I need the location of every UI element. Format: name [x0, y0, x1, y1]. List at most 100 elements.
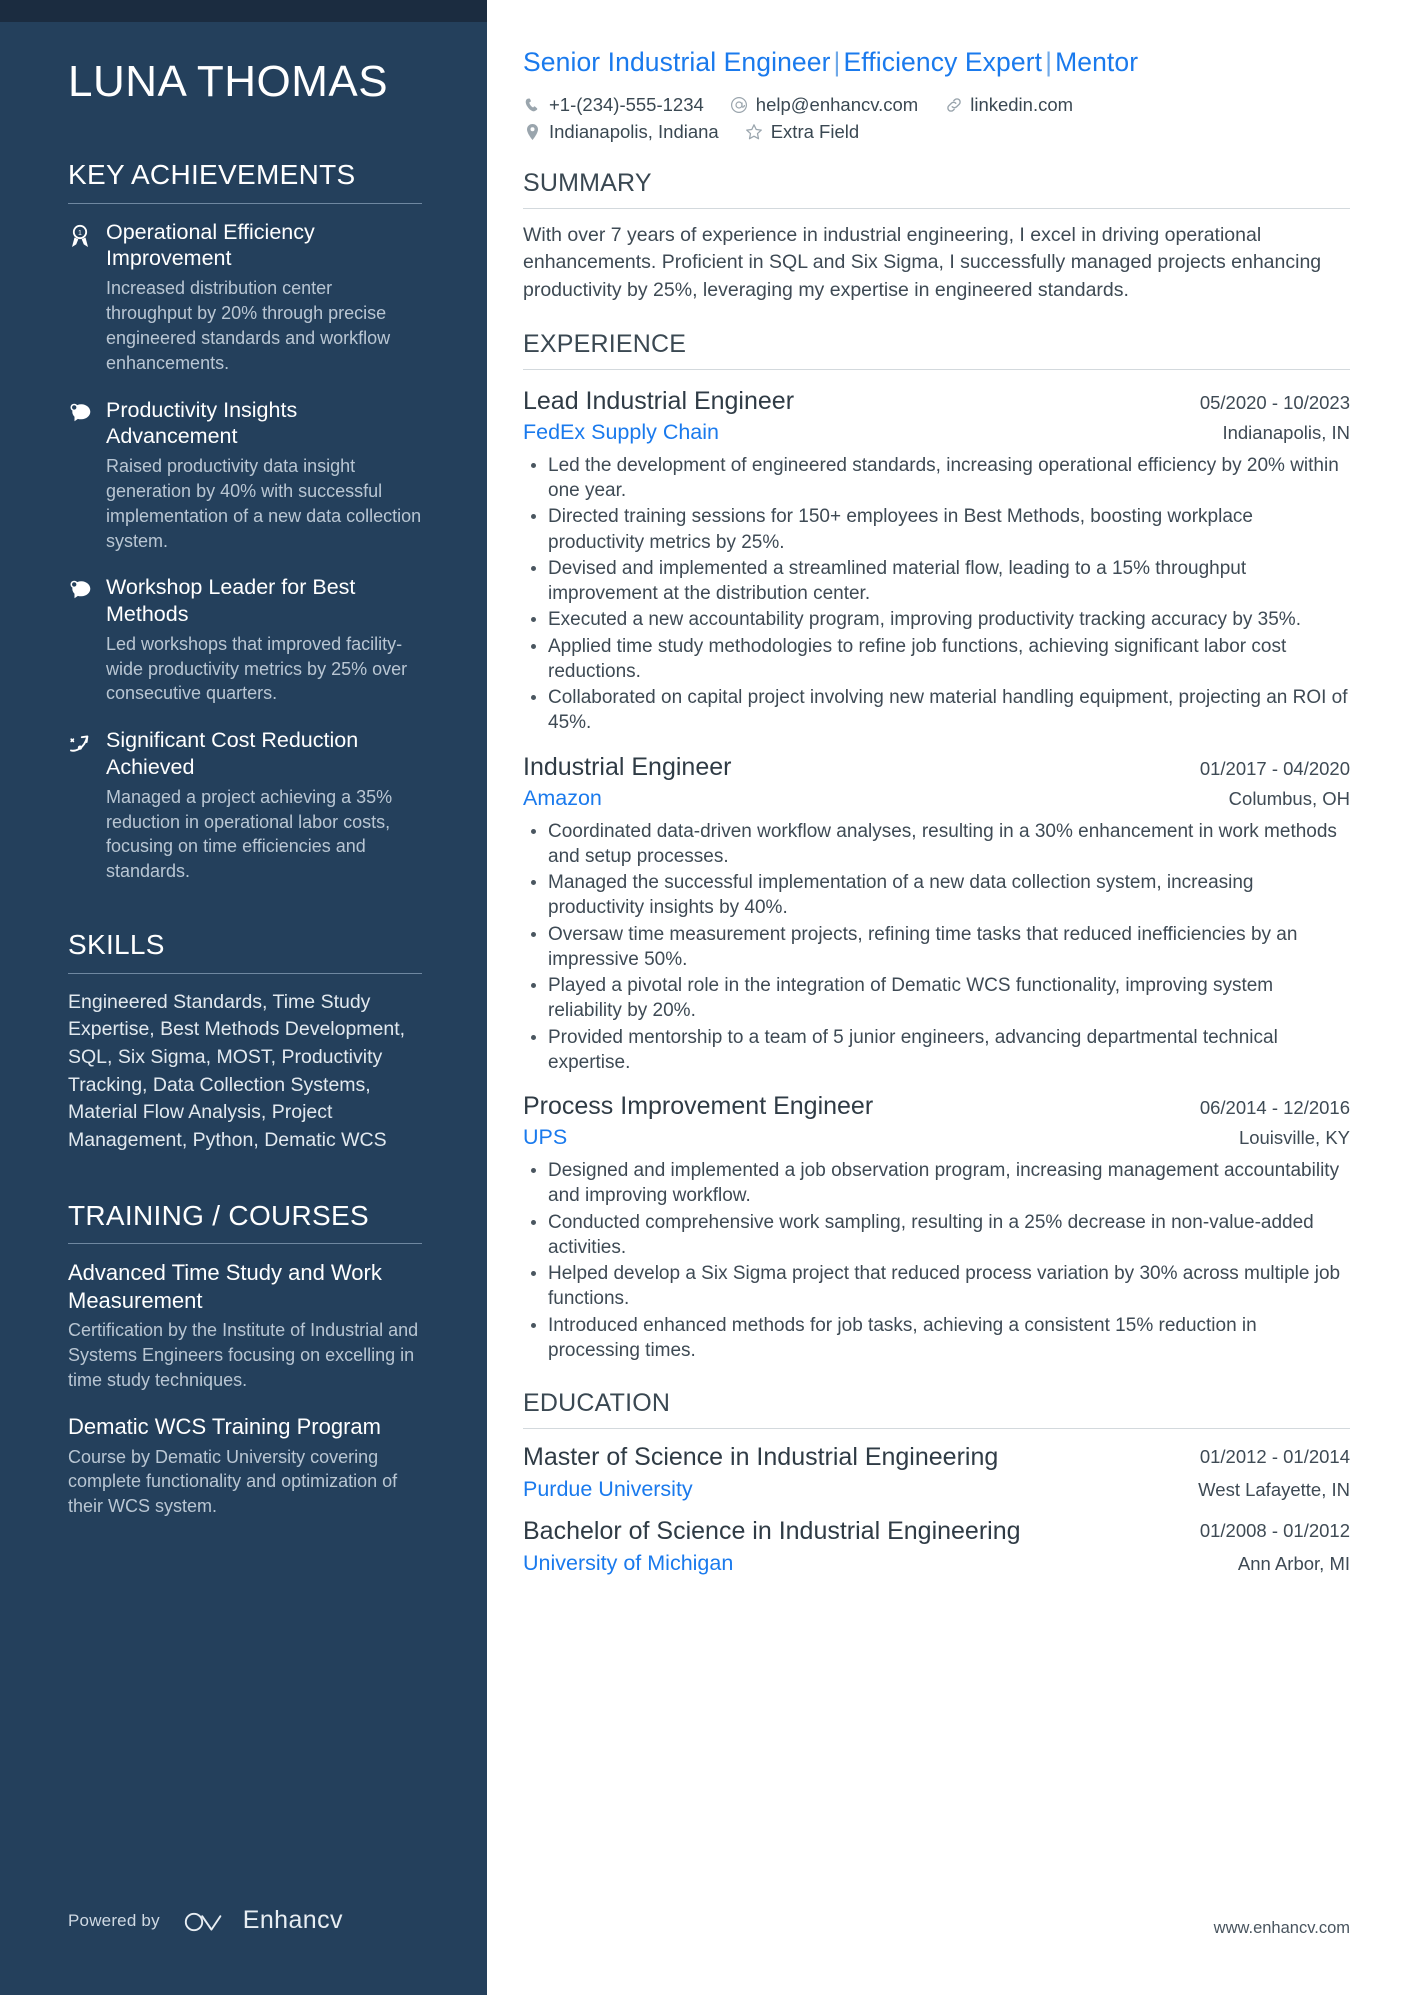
experience-entry: Lead Industrial Engineer 05/2020 - 10/20… — [523, 386, 1350, 736]
job-bullet: Led the development of engineered standa… — [523, 453, 1350, 504]
contact-linkedin[interactable]: linkedin.com — [944, 94, 1073, 116]
job-bullet: Provided mentorship to a team of 5 junio… — [523, 1025, 1350, 1076]
job-date: 06/2014 - 12/2016 — [1199, 1097, 1350, 1119]
achievement-description: Raised productivity data insight generat… — [106, 456, 422, 551]
achievement-item: Productivity Insights Advancement Raised… — [68, 397, 422, 554]
job-bullet: Played a pivotal role in the integration… — [523, 973, 1350, 1024]
job-bullet: Applied time study methodologies to refi… — [523, 634, 1350, 685]
summary-text: With over 7 years of experience in indus… — [523, 224, 1322, 301]
job-company[interactable]: UPS — [523, 1125, 567, 1151]
training-courses-heading: TRAINING / COURSES — [68, 1199, 369, 1231]
headline-part-3: Mentor — [1055, 47, 1139, 77]
job-company[interactable]: Amazon — [523, 786, 602, 812]
experience-section: EXPERIENCE Lead Industrial Engineer 05/2… — [523, 330, 1350, 1363]
job-location: Columbus, OH — [1228, 787, 1350, 809]
education-section: EDUCATION Master of Science in Industria… — [523, 1389, 1350, 1577]
training-courses-section: TRAINING / COURSES Advanced Time Study a… — [68, 1199, 422, 1519]
achievement-title: Productivity Insights Advancement — [106, 397, 298, 448]
achievement-description: Led workshops that improved facility-wid… — [106, 633, 408, 704]
job-bullet: Directed training sessions for 150+ empl… — [523, 504, 1350, 555]
achievement-title: Operational Efficiency Improvement — [106, 219, 315, 271]
contact-extra-field-value: Extra Field — [770, 121, 860, 143]
job-date: 01/2017 - 04/2020 — [1199, 757, 1350, 779]
contact-block: +1-(234)-555-1234 help@enhancv.com linke… — [523, 94, 1350, 143]
star-icon — [745, 123, 764, 142]
achievement-item: 1 Operational Efficiency Improvement Inc… — [68, 219, 422, 376]
sidebar: LUNA THOMAS KEY ACHIEVEMENTS 1 Operation… — [0, 0, 487, 1995]
contact-row-2: Indianapolis, Indiana Extra Field — [523, 121, 1350, 143]
course-description: Certification by the Institute of Indust… — [68, 1319, 419, 1390]
section-divider — [523, 369, 1350, 371]
achievement-item: Significant Cost Reduction Achieved Mana… — [68, 727, 422, 884]
job-title: Lead Industrial Engineer — [523, 387, 795, 416]
job-title: Process Improvement Engineer — [523, 1092, 874, 1121]
contact-phone[interactable]: +1-(234)-555-1234 — [523, 94, 704, 116]
education-location: West Lafayette, IN — [1198, 1479, 1350, 1501]
achievement-title: Workshop Leader for Best Methods — [106, 575, 356, 626]
education-date: 01/2008 - 01/2012 — [1199, 1519, 1350, 1541]
job-bullet: Designed and implemented a job observati… — [523, 1158, 1350, 1209]
course-item: Advanced Time Study and Work Measurement… — [68, 1259, 422, 1392]
award-medal-icon: 1 — [68, 224, 92, 250]
contact-extra-field: Extra Field — [745, 121, 859, 143]
key-achievements-heading: KEY ACHIEVEMENTS — [68, 159, 356, 191]
job-bullet: Devised and implemented a streamlined ma… — [523, 556, 1350, 607]
head-idea-icon — [68, 402, 92, 428]
job-title: Industrial Engineer — [523, 752, 732, 781]
experience-heading: EXPERIENCE — [523, 330, 687, 359]
section-divider — [523, 1428, 1350, 1430]
achievement-title: Significant Cost Reduction Achieved — [106, 728, 359, 779]
contact-row-1: +1-(234)-555-1234 help@enhancv.com linke… — [523, 94, 1350, 116]
contact-email[interactable]: help@enhancv.com — [730, 94, 918, 116]
achievement-description: Increased distribution center throughput… — [106, 278, 391, 373]
education-date: 01/2012 - 01/2014 — [1199, 1446, 1350, 1468]
enhancv-logo: Enhancv — [182, 1906, 343, 1935]
education-degree: Bachelor of Science in Industrial Engine… — [523, 1516, 1021, 1545]
section-divider — [68, 1243, 422, 1245]
contact-location: Indianapolis, Indiana — [523, 121, 719, 143]
main-content: Senior Industrial Engineer | Efficiency Ex… — [487, 0, 1410, 1995]
head-idea-icon — [68, 579, 92, 605]
location-pin-icon — [523, 123, 542, 142]
professional-headline: Senior Industrial Engineer | Efficiency Ex… — [523, 46, 1350, 79]
email-at-icon — [730, 96, 749, 115]
course-item: Dematic WCS Training Program Course by D… — [68, 1413, 422, 1519]
growth-arrow-icon — [68, 732, 92, 758]
section-divider — [68, 202, 422, 204]
job-company[interactable]: FedEx Supply Chain — [523, 420, 719, 446]
contact-phone-value: +1-(234)-555-1234 — [549, 94, 704, 116]
job-bullet: Helped develop a Six Sigma project that … — [523, 1261, 1350, 1312]
job-location: Louisville, KY — [1238, 1127, 1350, 1149]
website-footer: www.enhancv.com — [1213, 1919, 1350, 1937]
education-location: Ann Arbor, MI — [1237, 1552, 1350, 1574]
achievement-item: Workshop Leader for Best Methods Led wor… — [68, 574, 422, 706]
education-entry: Master of Science in Industrial Engineer… — [523, 1442, 1350, 1503]
skills-section: SKILLS Engineered Standards, Time Study … — [68, 928, 422, 1155]
job-bullet-list: Designed and implemented a job observati… — [523, 1158, 1350, 1363]
achievement-description: Managed a project achieving a 35% reduct… — [106, 786, 393, 882]
job-bullet: Executed a new accountability program, i… — [523, 607, 1350, 632]
headline-separator: | — [833, 47, 841, 77]
section-divider — [523, 208, 1350, 210]
education-school[interactable]: University of Michigan — [523, 1551, 733, 1577]
job-bullet: Collaborated on capital project involvin… — [523, 685, 1350, 736]
headline-part-2: Efficiency Expert — [843, 47, 1043, 77]
education-school[interactable]: Purdue University — [523, 1477, 693, 1503]
phone-icon — [523, 96, 542, 115]
headline-part-1: Senior Industrial Engineer — [523, 47, 831, 77]
candidate-name: LUNA THOMAS — [68, 57, 389, 106]
job-location: Indianapolis, IN — [1222, 422, 1350, 444]
job-bullet: Oversaw time measurement projects, refin… — [523, 922, 1350, 973]
skills-list: Engineered Standards, Time Study Experti… — [68, 990, 406, 1152]
course-description: Course by Dematic University covering co… — [68, 1446, 398, 1517]
powered-by-label: Powered by — [68, 1910, 160, 1930]
skills-heading: SKILLS — [68, 929, 165, 961]
section-divider — [68, 972, 422, 974]
contact-location-value: Indianapolis, Indiana — [549, 121, 719, 143]
job-bullet: Managed the successful implementation of… — [523, 870, 1350, 921]
education-degree: Master of Science in Industrial Engineer… — [523, 1443, 999, 1472]
contact-linkedin-value: linkedin.com — [970, 94, 1074, 116]
course-title: Advanced Time Study and Work Measurement — [68, 1260, 382, 1313]
job-bullet: Coordinated data-driven workflow analyse… — [523, 819, 1350, 870]
link-icon — [944, 96, 963, 115]
